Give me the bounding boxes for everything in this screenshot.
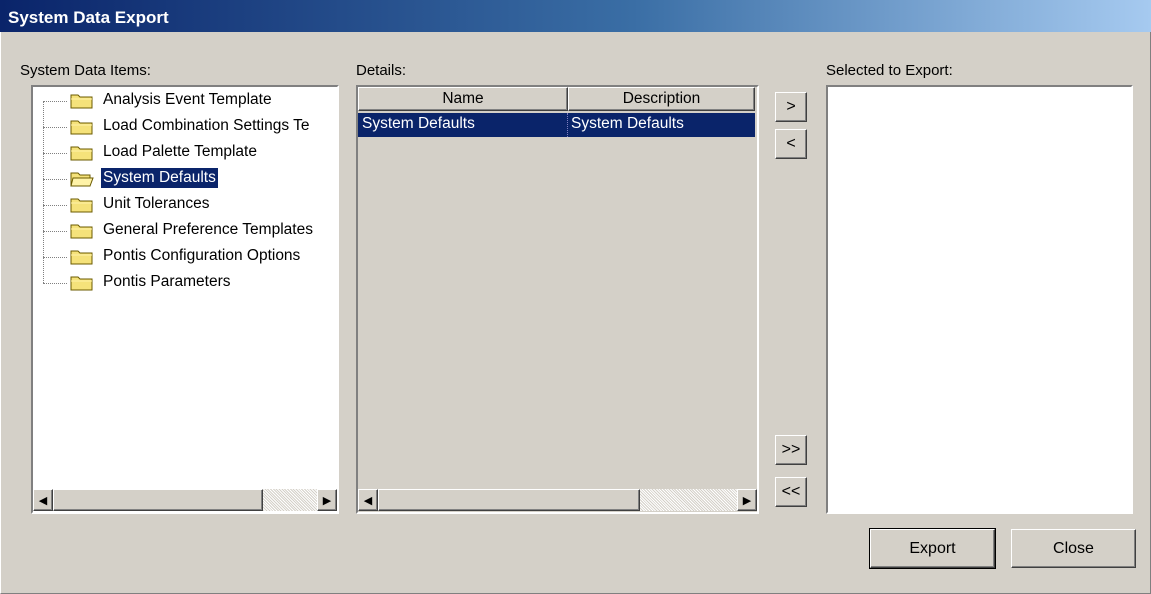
- dialog-body: System Data Items: Analysis Event Templa…: [0, 32, 1151, 594]
- tree-item[interactable]: Pontis Parameters: [101, 272, 233, 292]
- system-data-items-label: System Data Items:: [20, 62, 151, 79]
- scroll-right-arrow-icon[interactable]: ▶: [737, 489, 757, 511]
- folder-closed-icon: [70, 146, 93, 161]
- column-header-description[interactable]: Description: [568, 87, 755, 111]
- export-button[interactable]: Export: [869, 528, 996, 569]
- folder-closed-icon: [70, 224, 93, 239]
- folder-closed-icon: [70, 94, 93, 109]
- tree-item[interactable]: System Defaults: [101, 168, 218, 188]
- scroll-track[interactable]: [640, 489, 737, 511]
- scroll-right-arrow-icon[interactable]: ▶: [317, 489, 337, 511]
- tree-item[interactable]: Load Palette Template: [101, 142, 259, 162]
- tree-connector-line: [43, 101, 44, 283]
- add-selected-button[interactable]: >: [775, 92, 807, 122]
- remove-selected-button[interactable]: <: [775, 129, 807, 159]
- tree-horizontal-scrollbar[interactable]: ◀ ▶: [33, 489, 337, 511]
- close-button[interactable]: Close: [1011, 529, 1136, 568]
- tree-branch-line: [43, 205, 67, 206]
- scroll-track[interactable]: [263, 489, 317, 511]
- selected-to-export-list[interactable]: [826, 85, 1133, 514]
- scroll-left-arrow-icon[interactable]: ◀: [33, 489, 53, 511]
- details-label: Details:: [356, 62, 407, 79]
- tree-item[interactable]: Unit Tolerances: [101, 194, 212, 214]
- system-data-tree[interactable]: Analysis Event Template Load Combination …: [31, 85, 339, 514]
- tree-item[interactable]: General Preference Templates: [101, 220, 315, 240]
- scroll-thumb[interactable]: [53, 489, 263, 511]
- tree-branch-line: [43, 101, 67, 102]
- folder-closed-icon: [70, 250, 93, 265]
- folder-closed-icon: [70, 120, 93, 135]
- tree-branch-line: [43, 179, 67, 180]
- tree-item[interactable]: Pontis Configuration Options: [101, 246, 302, 266]
- tree-item[interactable]: Analysis Event Template: [101, 90, 274, 110]
- add-all-button[interactable]: >>: [775, 435, 807, 465]
- tree-branch-line: [43, 231, 67, 232]
- tree-item[interactable]: Load Combination Settings Te: [101, 116, 312, 136]
- folder-closed-icon: [70, 276, 93, 291]
- folder-open-icon: [70, 172, 94, 187]
- selected-to-export-label: Selected to Export:: [826, 62, 953, 79]
- details-horizontal-scrollbar[interactable]: ◀ ▶: [358, 489, 757, 511]
- tree-branch-line: [43, 153, 67, 154]
- column-header-name[interactable]: Name: [358, 87, 568, 111]
- details-grid[interactable]: Name Description System Defaults System …: [356, 85, 759, 514]
- scroll-thumb[interactable]: [378, 489, 640, 511]
- title-bar: System Data Export: [0, 0, 1151, 32]
- table-row[interactable]: System Defaults System Defaults: [358, 113, 755, 137]
- row-description-cell: System Defaults: [571, 115, 684, 132]
- tree-branch-line: [43, 127, 67, 128]
- remove-all-button[interactable]: <<: [775, 477, 807, 507]
- tree-branch-line: [43, 283, 67, 284]
- tree-branch-line: [43, 257, 67, 258]
- scroll-left-arrow-icon[interactable]: ◀: [358, 489, 378, 511]
- row-name-cell: System Defaults: [362, 115, 475, 132]
- window-title: System Data Export: [8, 8, 169, 27]
- folder-closed-icon: [70, 198, 93, 213]
